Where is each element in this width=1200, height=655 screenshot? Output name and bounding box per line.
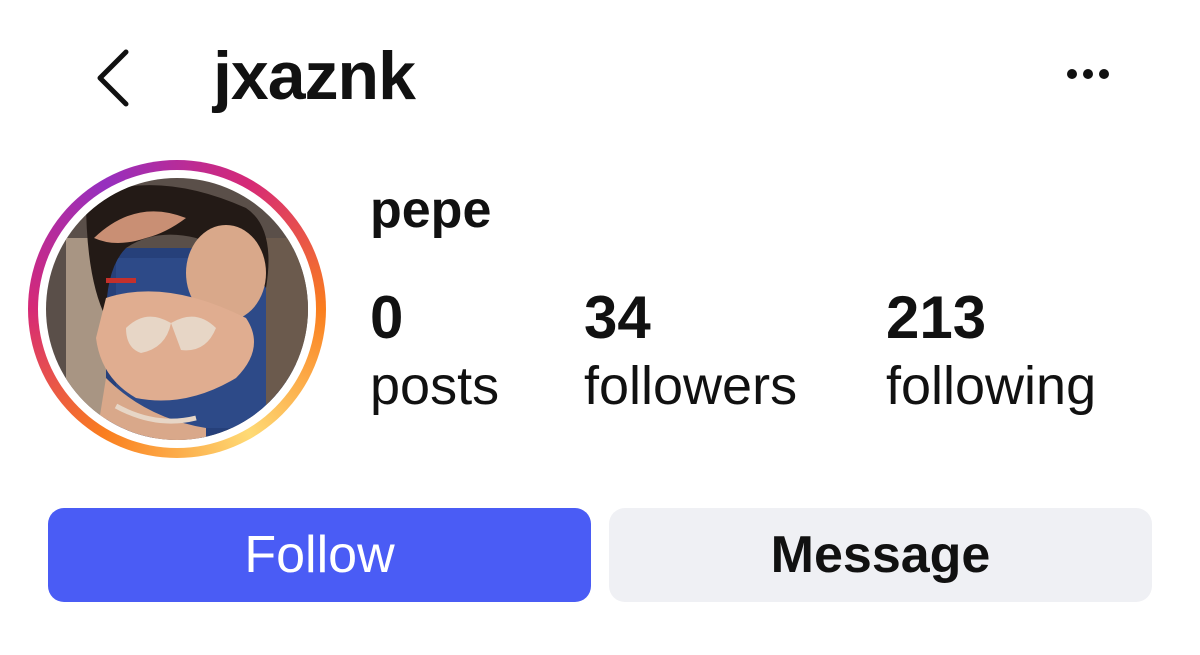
followers-stat[interactable]: 34 followers bbox=[584, 284, 797, 418]
following-label: following bbox=[886, 356, 1097, 416]
chevron-left-icon bbox=[97, 49, 129, 107]
avatar bbox=[46, 178, 308, 440]
display-name: pepe bbox=[370, 181, 492, 239]
follow-button[interactable]: Follow bbox=[48, 508, 591, 602]
back-button[interactable] bbox=[88, 38, 138, 118]
posts-count: 0 bbox=[370, 284, 404, 351]
followers-label: followers bbox=[584, 356, 798, 416]
story-ring[interactable] bbox=[28, 160, 326, 458]
profile-photo bbox=[46, 178, 308, 440]
following-stat[interactable]: 213 following bbox=[886, 284, 1096, 418]
posts-label: posts bbox=[370, 356, 500, 416]
following-count: 213 bbox=[886, 284, 987, 351]
followers-count: 34 bbox=[584, 284, 651, 351]
posts-stat: 0 posts bbox=[370, 284, 499, 418]
message-button[interactable]: Message bbox=[609, 508, 1152, 602]
more-horizontal-icon bbox=[1067, 69, 1109, 79]
profile-username: jxaznk bbox=[213, 38, 416, 114]
more-options-button[interactable] bbox=[1058, 52, 1118, 96]
